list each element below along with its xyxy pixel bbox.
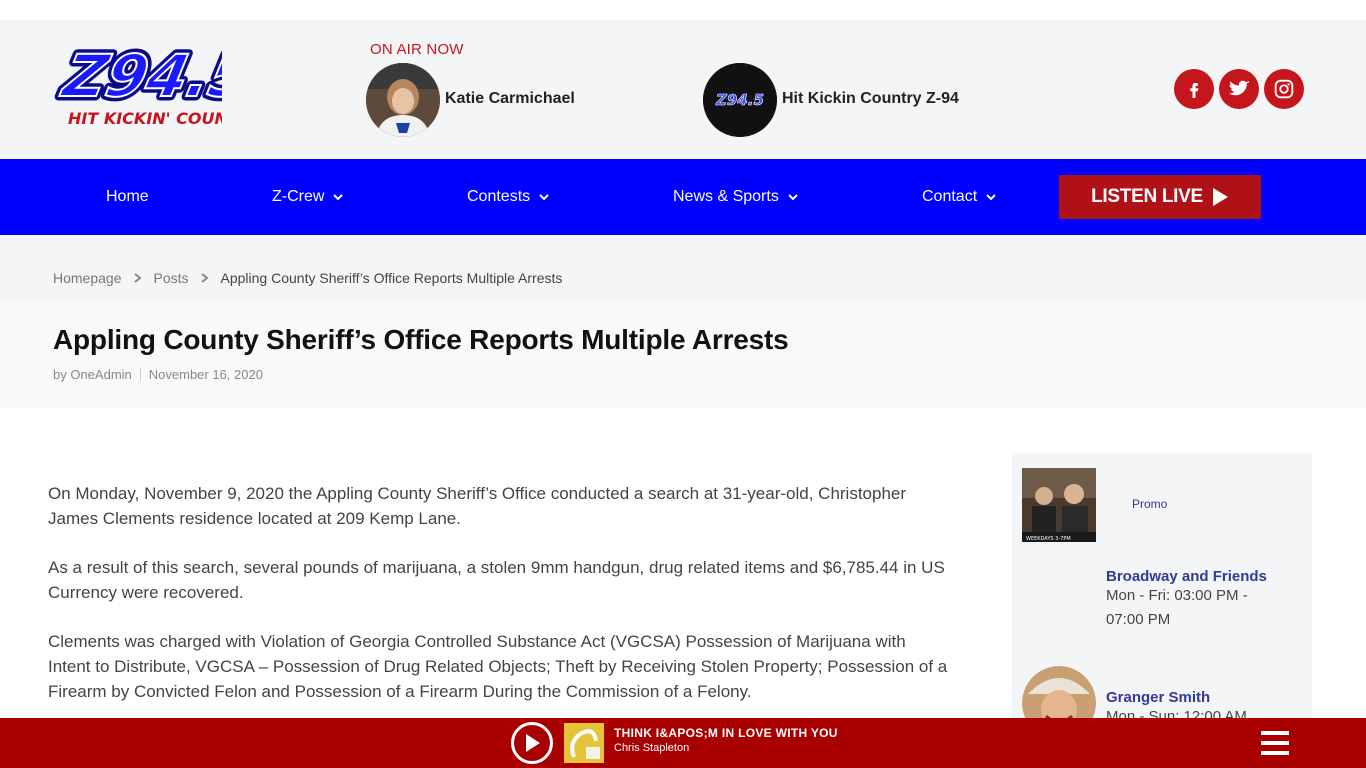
station-logo-text: Z94.5	[715, 91, 764, 109]
nav-item-contact[interactable]: Contact	[922, 159, 997, 235]
nav-item-contests[interactable]: Contests	[467, 159, 550, 235]
logo-text-sub: HIT KICKIN' COUNTRY	[68, 109, 222, 128]
facebook-icon	[1190, 83, 1199, 98]
play-button[interactable]	[511, 722, 553, 764]
logo-text-main-fill: Z94.5	[56, 43, 222, 110]
chevron-right-icon	[133, 273, 142, 283]
twitter-link[interactable]	[1219, 69, 1259, 109]
listen-live-button[interactable]: LISTEN LIVE	[1059, 175, 1261, 219]
instagram-icon	[1274, 79, 1294, 99]
breadcrumb-posts[interactable]: Posts	[154, 270, 189, 286]
breadcrumb: Homepage Posts Appling County Sheriff’s …	[53, 270, 562, 286]
nav-item-label: Home	[106, 188, 149, 205]
audio-player-bar: THINK I&APOS;M IN LOVE WITH YOU Chris St…	[0, 718, 1366, 768]
page-title: Appling County Sheriff’s Office Reports …	[53, 324, 789, 355]
chevron-down-icon	[986, 194, 996, 201]
nav-item-home[interactable]: Home	[106, 159, 149, 235]
post-meta: by OneAdmin November 16, 2020	[53, 367, 263, 382]
chevron-down-icon	[333, 194, 344, 201]
twitter-icon	[1229, 80, 1249, 96]
chevron-down-icon	[539, 194, 549, 201]
post-author[interactable]: by OneAdmin	[53, 367, 132, 382]
album-art	[564, 723, 604, 763]
nav-item-label: News & Sports	[673, 188, 779, 205]
show-thumbnail-granger-smith[interactable]	[1022, 666, 1096, 723]
menu-button[interactable]	[1261, 730, 1289, 756]
host-avatar[interactable]	[366, 63, 440, 137]
article-paragraph: As a result of this search, several poun…	[48, 558, 945, 602]
site-logo[interactable]: Z94.5 Z94.5 HIT KICKIN' COUNTRY	[51, 34, 262, 134]
promo-label: Promo	[1132, 497, 1168, 511]
instagram-link[interactable]	[1264, 69, 1304, 109]
breadcrumb-band: Homepage Posts Appling County Sheriff’s …	[0, 235, 1366, 300]
station-avatar[interactable]: Z94.5	[703, 63, 777, 137]
article-paragraph: On Monday, November 9, 2020 the Appling …	[48, 484, 907, 528]
breadcrumb-current: Appling County Sheriff’s Office Reports …	[220, 270, 563, 286]
article-body: On Monday, November 9, 2020 the Appling …	[48, 481, 948, 728]
play-icon	[526, 734, 540, 752]
station-name[interactable]: Hit Kickin Country Z-94	[782, 90, 959, 108]
track-artist: Chris Stapleton	[614, 742, 690, 754]
nav-item-z-crew[interactable]: Z-Crew	[272, 159, 344, 235]
hamburger-menu-icon	[1261, 731, 1289, 755]
show-link-granger-smith[interactable]: Granger Smith	[1106, 689, 1210, 706]
play-icon	[1212, 188, 1228, 206]
site-header: Z94.5 Z94.5 HIT KICKIN' COUNTRY ON AIR N…	[0, 20, 1366, 159]
show-schedule-sidebar: WEEKDAYS 3-7PM Promo Broadway and Friend…	[1012, 453, 1312, 723]
facebook-link[interactable]	[1174, 69, 1214, 109]
post-date: November 16, 2020	[148, 367, 263, 382]
host-name[interactable]: Katie Carmichael	[445, 90, 575, 108]
on-air-label: ON AIR NOW	[370, 41, 464, 58]
promo-thumb-caption: WEEKDAYS 3-7PM	[1026, 536, 1071, 542]
post-header: Appling County Sheriff’s Office Reports …	[0, 300, 1366, 408]
show-time: Mon - Fri: 03:00 PM - 07:00 PM	[1106, 587, 1248, 628]
track-title: THINK I&APOS;M IN LOVE WITH YOU	[614, 726, 838, 740]
breadcrumb-homepage[interactable]: Homepage	[53, 270, 122, 286]
listen-live-label: LISTEN LIVE	[1091, 186, 1203, 207]
nav-item-label: Contests	[467, 188, 531, 205]
nav-item-label: Z-Crew	[272, 188, 325, 205]
nav-item-label: Contact	[922, 188, 978, 205]
meta-divider	[139, 368, 141, 381]
promo-thumbnail[interactable]: WEEKDAYS 3-7PM	[1022, 468, 1096, 542]
chevron-right-icon	[200, 273, 209, 283]
article-paragraph: Clements was charged with Violation of G…	[48, 632, 948, 701]
main-nav: Home Z-Crew Contests News & Sports Conta…	[0, 159, 1366, 235]
show-link-broadway-and-friends[interactable]: Broadway and Friends	[1106, 568, 1267, 585]
chevron-down-icon	[788, 194, 798, 201]
nav-item-news-sports[interactable]: News & Sports	[673, 159, 799, 235]
